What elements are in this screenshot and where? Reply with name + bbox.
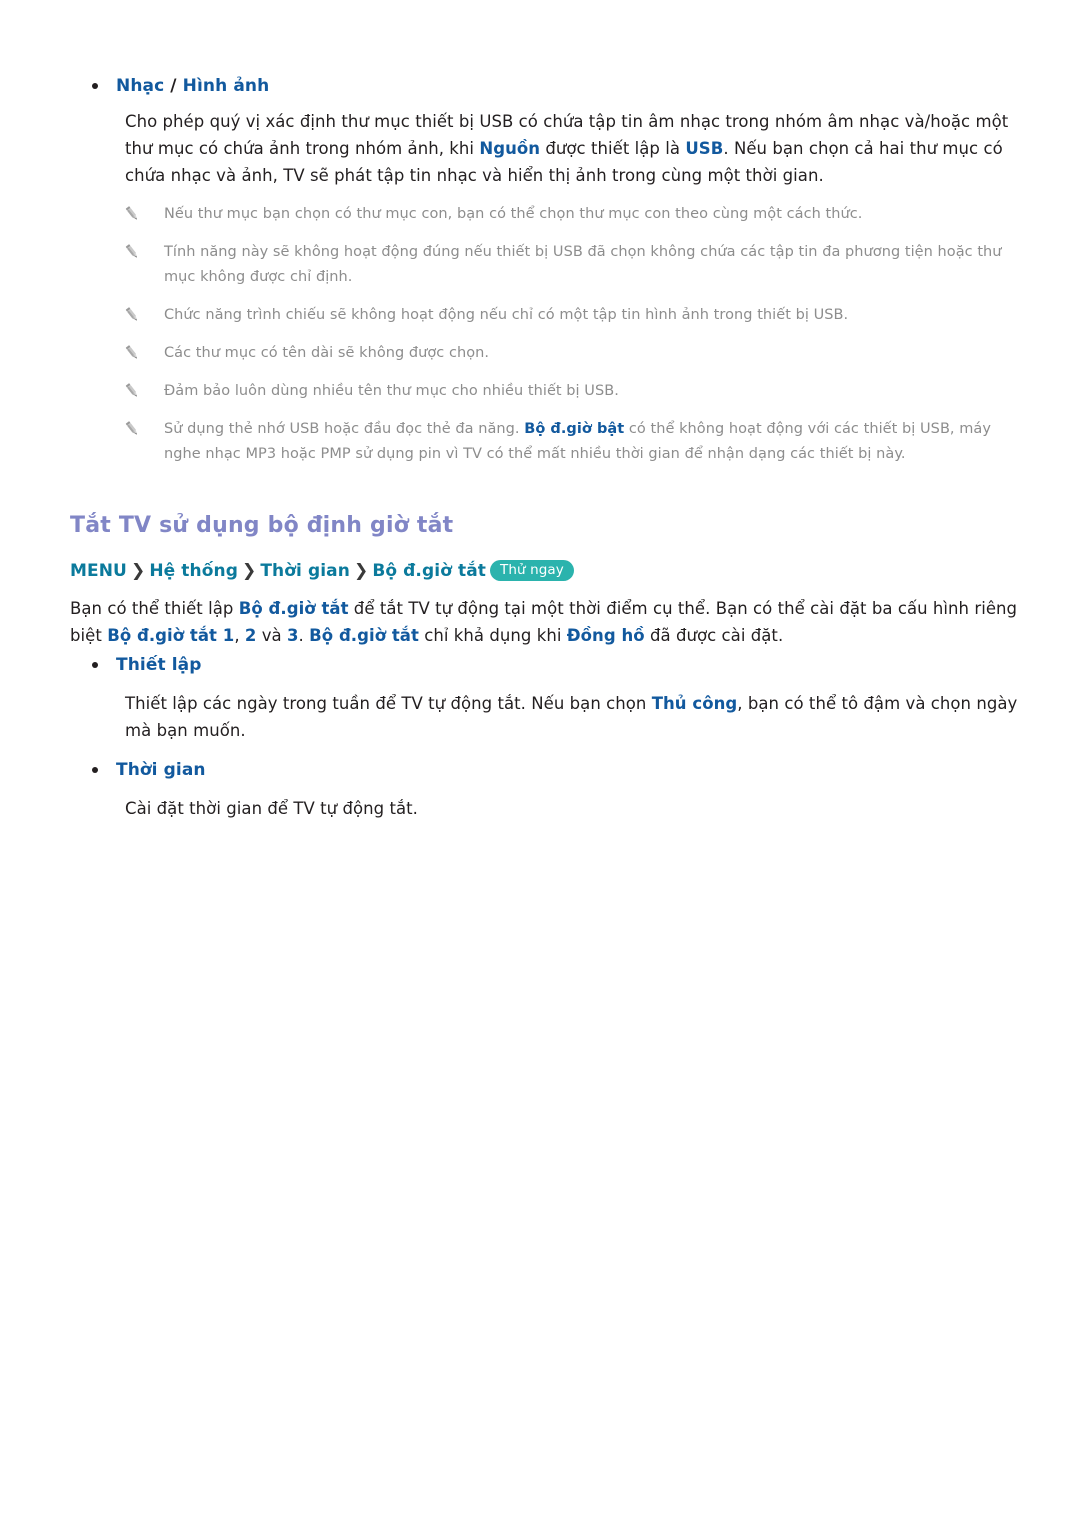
subsection-heading: Thời gian (116, 760, 206, 780)
section-text-5: . (298, 626, 310, 645)
bullet-heading-thiet-lap: Thiết lập (70, 653, 1020, 677)
section-text-4: và (256, 626, 288, 645)
heading-separator: / (164, 76, 183, 96)
section-text-1: Bạn có thể thiết lập (70, 599, 239, 618)
breadcrumb-item-menu[interactable]: MENU (70, 561, 127, 581)
note-text-1: Sử dụng thẻ nhớ USB hoặc đầu đọc thẻ đa … (164, 421, 525, 437)
term-bo-d-gio-tat-3: 3 (287, 626, 299, 645)
breadcrumb-item-bo-d-gio-tat[interactable]: Bộ đ.giờ tắt (372, 561, 486, 581)
term-bo-d-gio-tat-1: Bộ đ.giờ tắt 1 (107, 626, 235, 645)
note-text: Chức năng trình chiếu sẽ không hoạt động… (164, 307, 849, 323)
breadcrumb-item-he-thong[interactable]: Hệ thống (149, 561, 238, 581)
bullet-heading-music-picture: Nhạc / Hình ảnh (70, 74, 1020, 98)
section-title: Tắt TV sử dụng bộ định giờ tắt (70, 513, 454, 538)
pencil-icon (125, 383, 137, 397)
thiet-lap-text-1: Thiết lập các ngày trong tuần để TV tự đ… (125, 694, 652, 713)
term-usb: USB (685, 139, 724, 158)
section-text-3: , (234, 626, 245, 645)
breadcrumb: MENU ❯ Hệ thống ❯ Thời gian ❯ Bộ đ.giờ tắt Thử … (70, 558, 1030, 584)
pencil-icon (125, 345, 137, 359)
music-picture-paragraph: Cho phép quý vị xác định thư mục thiết b… (125, 108, 1020, 189)
term-thu-cong: Thủ công (651, 694, 738, 713)
pencil-icon (125, 421, 137, 435)
bullet-heading-thoi-gian: Thời gian (70, 758, 1020, 782)
section-text-6: chỉ khả dụng khi (418, 626, 567, 645)
thiet-lap-paragraph: Thiết lập các ngày trong tuần để TV tự đ… (125, 690, 1020, 744)
term-bo-d-gio-tat-again: Bộ đ.giờ tắt (309, 626, 419, 645)
bullet-dot-icon (92, 83, 98, 89)
chevron-right-icon: ❯ (130, 561, 146, 581)
section-text-7: đã được cài đặt. (644, 626, 784, 645)
breadcrumb-item-thoi-gian[interactable]: Thời gian (260, 561, 350, 581)
pencil-icon (125, 206, 137, 220)
heading-term-music: Nhạc (116, 76, 165, 96)
term-dong-ho: Đồng hồ (566, 626, 645, 645)
note-item: Nếu thư mục bạn chọn có thư mục con, bạn… (110, 202, 1015, 227)
chevron-right-icon: ❯ (353, 561, 369, 581)
notes-list: Nếu thư mục bạn chọn có thư mục con, bạn… (110, 202, 1015, 467)
note-text: Nếu thư mục bạn chọn có thư mục con, bạn… (164, 206, 863, 222)
section-paragraph: Bạn có thể thiết lập Bộ đ.giờ tắt để tắt… (70, 595, 1025, 649)
term-bo-d-gio-tat-2: 2 (244, 626, 257, 645)
term-bo-d-gio-tat: Bộ đ.giờ tắt (238, 599, 349, 618)
note-item: Tính năng này sẽ không hoạt động đúng nế… (110, 240, 1015, 290)
note-item: Đảm bảo luôn dùng nhiều tên thư mục cho … (110, 379, 1015, 404)
note-text: Đảm bảo luôn dùng nhiều tên thư mục cho … (164, 383, 619, 399)
bullet-dot-icon (92, 662, 98, 668)
term-nguon: Nguồn (479, 139, 541, 158)
note-item: Sử dụng thẻ nhớ USB hoặc đầu đọc thẻ đa … (110, 417, 1015, 467)
paragraph-text-2: được thiết lập là (540, 139, 686, 158)
note-text: Tính năng này sẽ không hoạt động đúng nế… (164, 244, 1002, 285)
note-item: Các thư mục có tên dài sẽ không được chọ… (110, 341, 1015, 366)
pencil-icon (125, 244, 137, 258)
heading-term-picture: Hình ảnh (182, 76, 270, 96)
bullet-dot-icon (92, 767, 98, 773)
pencil-icon (125, 307, 137, 321)
document-page: Nhạc / Hình ảnh Cho phép quý vị xác định… (0, 0, 1080, 1527)
chevron-right-icon: ❯ (241, 561, 257, 581)
note-text: Các thư mục có tên dài sẽ không được chọ… (164, 345, 490, 361)
note-item: Chức năng trình chiếu sẽ không hoạt động… (110, 303, 1015, 328)
try-now-badge[interactable]: Thử ngay (490, 560, 574, 581)
term-bo-d-gio-bat: Bộ đ.giờ bật (524, 421, 625, 437)
subsection-heading: Thiết lập (116, 655, 202, 675)
thoi-gian-text: Cài đặt thời gian để TV tự động tắt. (125, 799, 418, 818)
thoi-gian-paragraph: Cài đặt thời gian để TV tự động tắt. (125, 795, 1020, 822)
